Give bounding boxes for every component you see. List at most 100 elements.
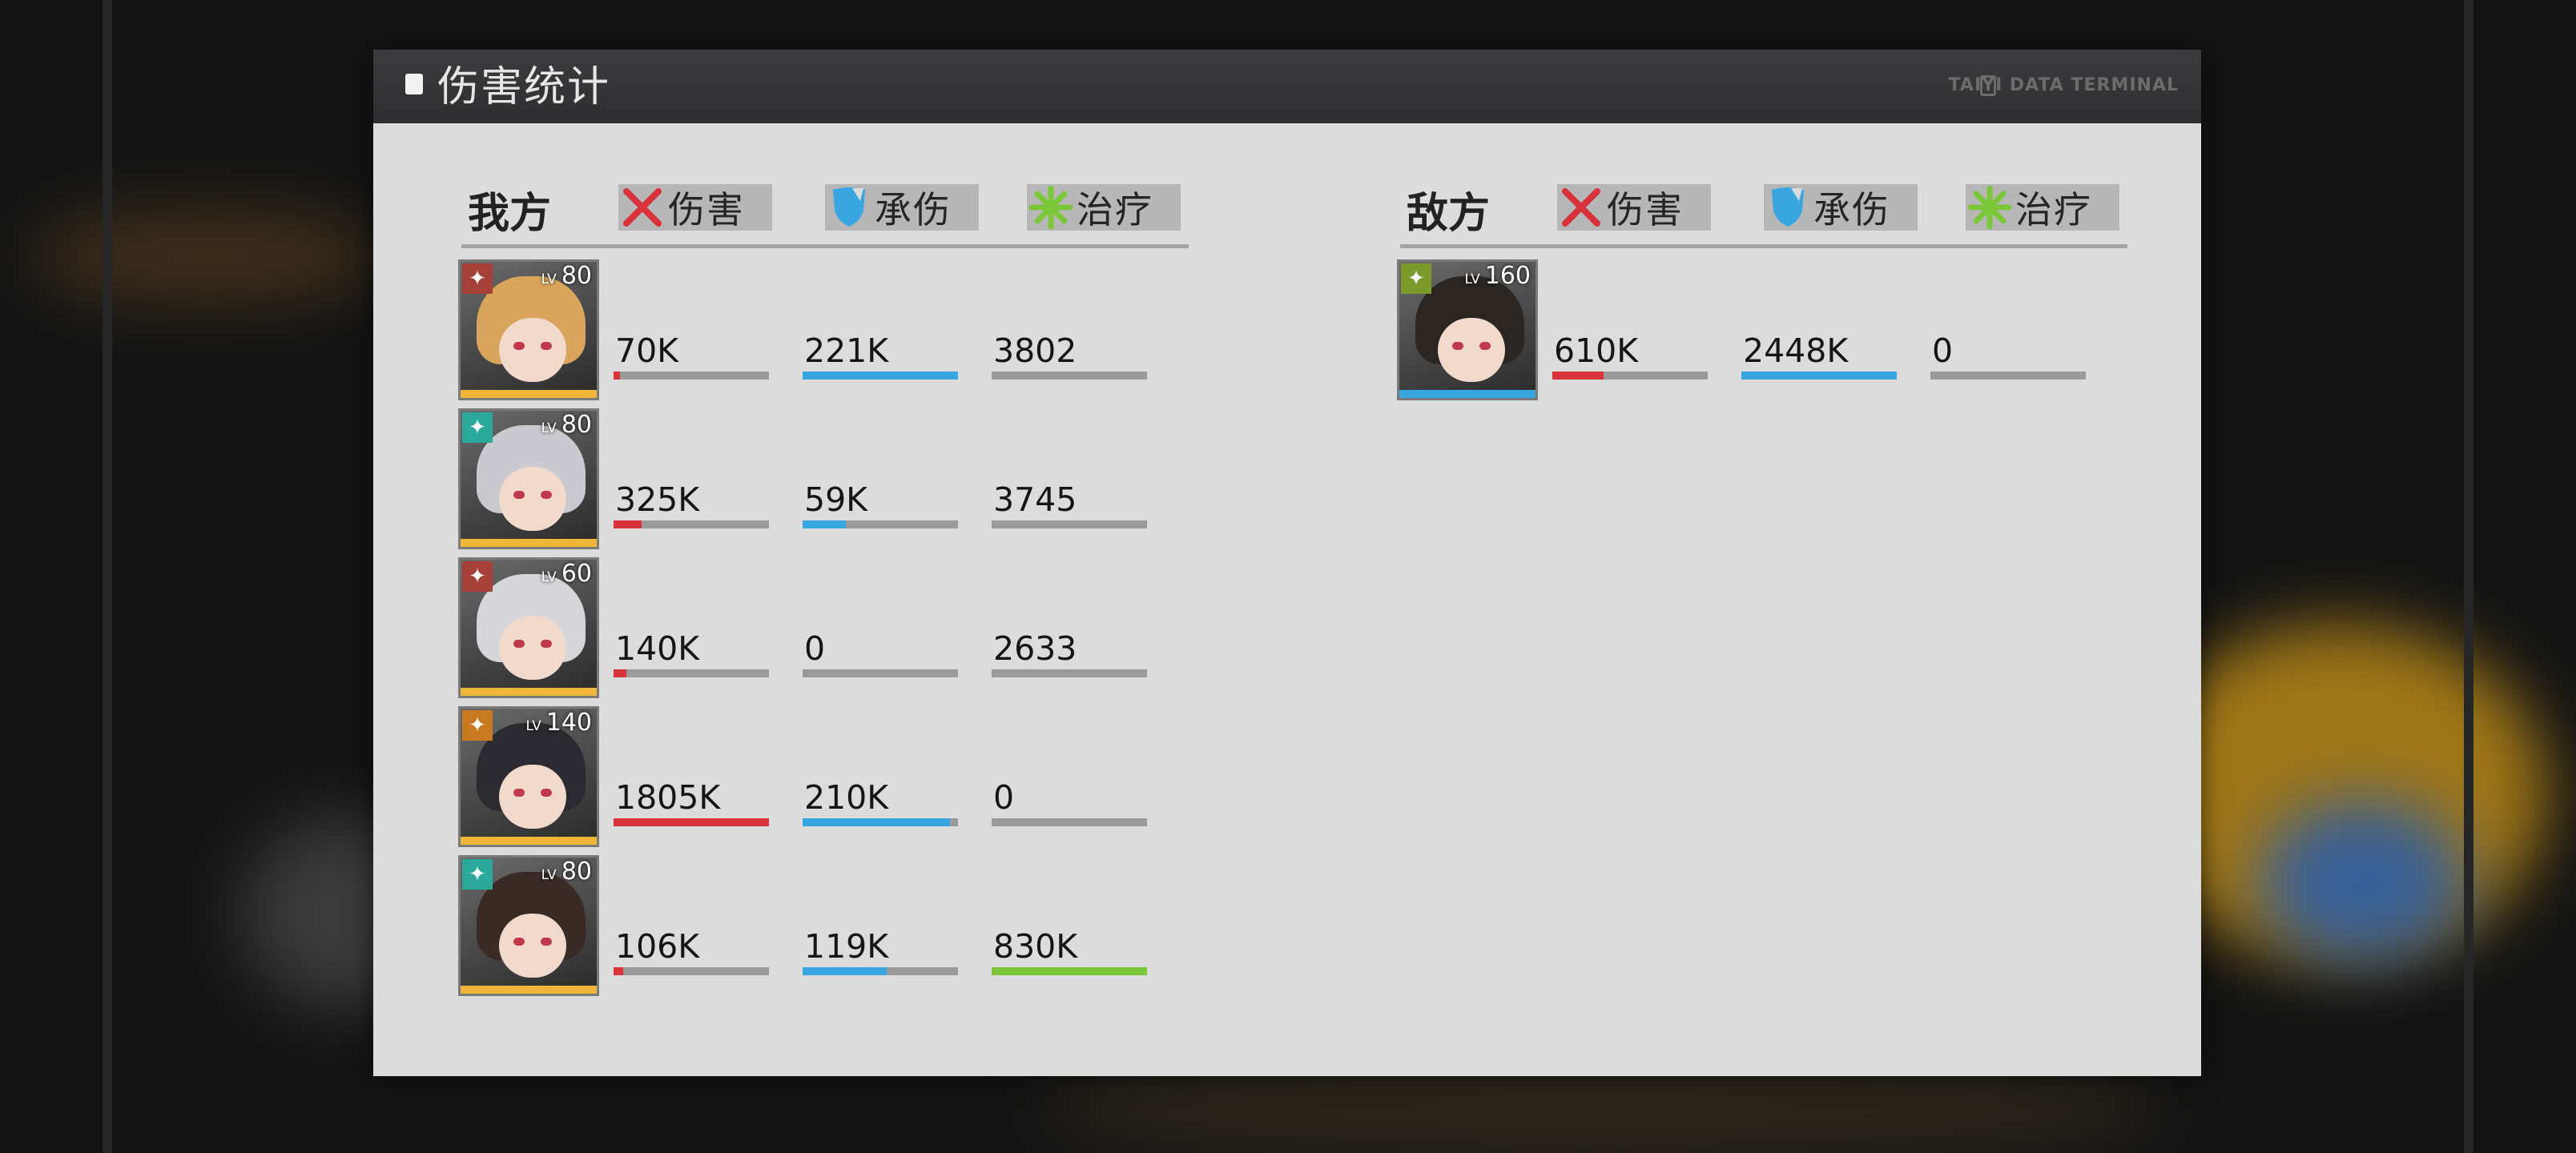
element-leaf-icon: ✦ bbox=[1401, 263, 1431, 294]
panel-title: 伤害统计 bbox=[437, 63, 611, 111]
ally-tab-heal[interactable]: 治疗 bbox=[1027, 184, 1181, 231]
shield-icon bbox=[825, 184, 873, 231]
enemy-tab-taken[interactable]: 承伤 bbox=[1764, 184, 1918, 231]
face-shape bbox=[1438, 318, 1505, 382]
stat-bar-track bbox=[803, 967, 958, 975]
stat-bar-fill bbox=[614, 818, 769, 826]
enemy-tab-damage[interactable]: 伤害 bbox=[1557, 184, 1711, 231]
stat-bar-fill bbox=[803, 372, 958, 380]
ally-tab-damage[interactable]: 伤害 bbox=[618, 184, 772, 231]
eye-shape bbox=[541, 938, 552, 946]
stat-bar-track bbox=[992, 967, 1147, 975]
stat-bar-fill bbox=[992, 967, 1147, 975]
stat-value: 59K bbox=[804, 480, 868, 519]
stat-bar-fill bbox=[614, 372, 620, 380]
stat-value: 210K bbox=[804, 778, 889, 817]
eye-shape bbox=[541, 342, 552, 350]
stat-bar-fill bbox=[1552, 372, 1604, 380]
ally-character-portrait[interactable]: ✦ LV 60 bbox=[458, 557, 599, 698]
eye-shape bbox=[513, 640, 525, 648]
stat-bar-track bbox=[803, 372, 958, 380]
stat-bar-track bbox=[1930, 372, 2086, 380]
element-flame-icon: ✦ bbox=[462, 710, 493, 741]
face-shape bbox=[499, 914, 566, 978]
stat-value: 610K bbox=[1554, 331, 1639, 370]
shield-icon bbox=[1764, 184, 1812, 231]
enemy-character-portrait[interactable]: ✦ LV 160 bbox=[1397, 259, 1538, 400]
rarity-bar bbox=[461, 688, 597, 696]
stat-value: 1805K bbox=[615, 778, 721, 817]
eye-shape bbox=[1452, 342, 1463, 350]
level-label: LV 60 bbox=[541, 560, 592, 588]
stat-value: 119K bbox=[804, 927, 889, 966]
stat-value: 325K bbox=[615, 480, 700, 519]
stat-bar-track bbox=[614, 818, 769, 826]
stat-bar-fill bbox=[614, 520, 642, 528]
damage-stats-panel: 伤害统计 TAIYI DATA TERMINAL 我方 伤害 承伤 治疗 ✦ LV… bbox=[373, 50, 2201, 1076]
stat-bar-fill bbox=[614, 967, 623, 975]
stat-bar-track bbox=[992, 818, 1147, 826]
title-square-icon bbox=[405, 74, 423, 94]
rarity-bar bbox=[461, 837, 597, 845]
rarity-bar bbox=[1399, 390, 1536, 398]
stat-value: 0 bbox=[1932, 331, 1954, 370]
eye-shape bbox=[541, 491, 552, 499]
element-wind-icon: ✦ bbox=[462, 412, 493, 443]
stat-value: 830K bbox=[993, 927, 1078, 966]
rarity-bar bbox=[461, 390, 597, 398]
stat-bar-fill bbox=[803, 967, 887, 975]
ally-character-portrait[interactable]: ✦ LV 140 bbox=[458, 706, 599, 847]
stat-bar-fill bbox=[614, 669, 626, 677]
element-wind-icon: ✦ bbox=[462, 859, 493, 890]
level-label: LV 140 bbox=[525, 709, 593, 737]
heal-burst-icon bbox=[1966, 184, 2014, 231]
stat-value: 106K bbox=[615, 927, 700, 966]
stat-bar-track bbox=[803, 520, 958, 528]
stat-value: 70K bbox=[615, 331, 679, 370]
element-blade-icon: ✦ bbox=[462, 561, 493, 592]
stat-value: 0 bbox=[804, 629, 826, 668]
level-label: LV 160 bbox=[1464, 262, 1532, 290]
ally-character-portrait[interactable]: ✦ LV 80 bbox=[458, 855, 599, 996]
cross-swords-icon bbox=[1557, 184, 1605, 231]
ally-character-portrait[interactable]: ✦ LV 80 bbox=[458, 408, 599, 549]
stat-value: 221K bbox=[804, 331, 889, 370]
stat-bar-track bbox=[992, 520, 1147, 528]
stat-bar-track bbox=[992, 669, 1147, 677]
eye-shape bbox=[1479, 342, 1491, 350]
stat-value: 2448K bbox=[1743, 331, 1849, 370]
enemy-label: 敌方 bbox=[1407, 190, 1491, 238]
eye-shape bbox=[513, 342, 525, 350]
enemy-divider bbox=[1400, 244, 2127, 248]
level-label: LV 80 bbox=[541, 411, 592, 439]
eye-shape bbox=[513, 938, 525, 946]
eye-shape bbox=[541, 789, 552, 797]
stat-bar-track bbox=[614, 669, 769, 677]
eye-shape bbox=[513, 491, 525, 499]
ally-character-portrait[interactable]: ✦ LV 80 bbox=[458, 259, 599, 400]
stat-bar-fill bbox=[803, 818, 951, 826]
level-label: LV 80 bbox=[541, 858, 592, 886]
terminal-label: TAIYI DATA TERMINAL bbox=[1948, 75, 2179, 95]
stat-bar-track bbox=[803, 818, 958, 826]
stat-bar-track bbox=[992, 372, 1147, 380]
ally-tab-taken[interactable]: 承伤 bbox=[825, 184, 979, 231]
stat-bar-fill bbox=[803, 520, 847, 528]
ally-label: 我方 bbox=[468, 190, 552, 238]
stat-bar-track bbox=[614, 372, 769, 380]
stat-bar-track bbox=[1741, 372, 1897, 380]
stat-bar-track bbox=[1552, 372, 1708, 380]
heal-burst-icon bbox=[1027, 184, 1075, 231]
face-shape bbox=[499, 765, 566, 829]
eye-shape bbox=[513, 789, 525, 797]
stat-bar-fill bbox=[1741, 372, 1897, 380]
face-shape bbox=[499, 467, 566, 531]
ally-divider bbox=[461, 244, 1189, 248]
enemy-tab-heal[interactable]: 治疗 bbox=[1966, 184, 2119, 231]
level-label: LV 80 bbox=[541, 262, 592, 290]
stat-value: 2633 bbox=[993, 629, 1077, 668]
stat-bar-track bbox=[614, 967, 769, 975]
stat-value: 0 bbox=[993, 778, 1015, 817]
rarity-bar bbox=[461, 986, 597, 994]
eye-shape bbox=[541, 640, 552, 648]
